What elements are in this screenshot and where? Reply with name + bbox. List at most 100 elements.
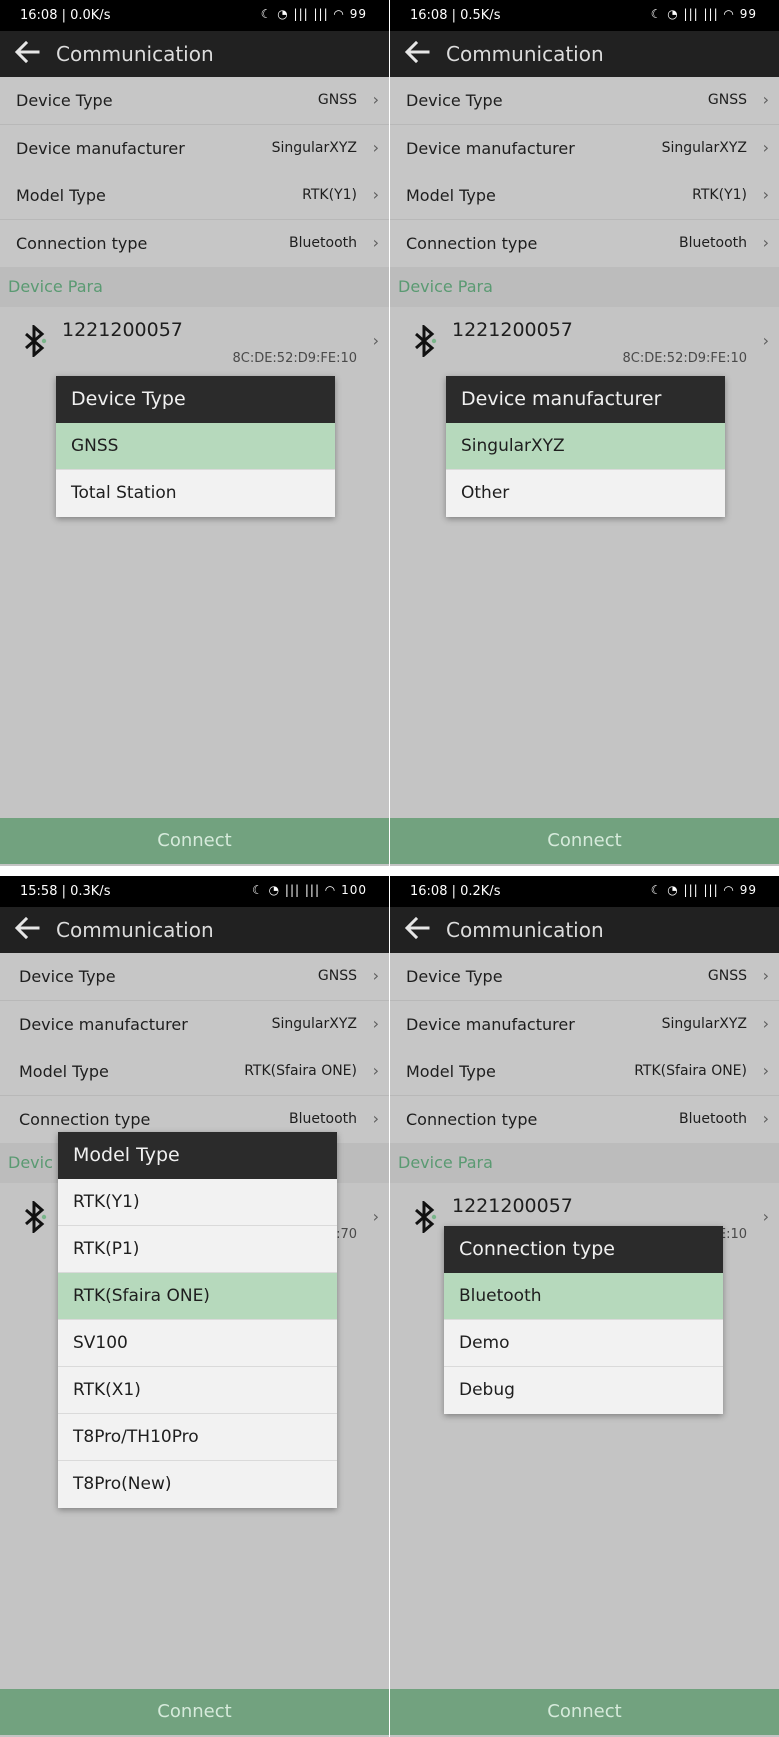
setting-value: SingularXYZ — [271, 1015, 357, 1032]
setting-row-device-type[interactable]: Device Type GNSS › — [390, 77, 779, 125]
setting-row-device-manufacturer[interactable]: Device manufacturer SingularXYZ › — [0, 124, 389, 173]
dialog-option[interactable]: Bluetooth — [444, 1273, 723, 1320]
connect-button[interactable]: Connect — [0, 818, 389, 864]
section-title: Device Para — [8, 277, 103, 296]
setting-label: Model Type — [406, 1062, 496, 1081]
setting-label: Device manufacturer — [406, 1014, 575, 1034]
chevron-right-icon: › — [372, 1207, 379, 1226]
setting-label: Device Type — [406, 967, 503, 986]
dialog-option[interactable]: RTK(X1) — [58, 1367, 337, 1414]
dialog-option[interactable]: SingularXYZ — [446, 423, 725, 470]
setting-value: Bluetooth — [289, 234, 357, 251]
dialog-option[interactable]: Total Station — [56, 470, 335, 517]
device-mac: 8C:DE:52:D9:FE:10 — [622, 351, 747, 366]
status-icons: ☾ ◔ ||| ||| ◠ 99 — [650, 7, 757, 21]
chevron-right-icon: › — [762, 1207, 769, 1226]
connect-button[interactable]: Connect — [390, 1689, 779, 1735]
setting-value: RTK(Y1) — [692, 187, 747, 203]
setting-value: SingularXYZ — [661, 1015, 747, 1032]
dialog-option[interactable]: RTK(Y1) — [58, 1179, 337, 1226]
dialog-option[interactable]: Demo — [444, 1320, 723, 1367]
dialog-option[interactable]: T8Pro(New) — [58, 1461, 337, 1508]
device-serial: 1221200057 — [452, 319, 573, 341]
screen-panel-3: 15:58 | 0.3K/s ☾ ◔ ||| ||| ◠ 100 Communi… — [0, 876, 389, 1737]
selection-dialog: Model Type RTK(Y1) RTK(P1) RTK(Sfaira ONE)… — [58, 1132, 337, 1508]
back-arrow-icon[interactable] — [402, 913, 432, 943]
dialog-title: Model Type — [58, 1132, 337, 1179]
setting-label: Device manufacturer — [406, 138, 575, 158]
bluetooth-icon — [415, 1201, 437, 1233]
setting-value: RTK(Sfaira ONE) — [244, 1063, 357, 1079]
setting-value: GNSS — [317, 968, 357, 984]
chevron-right-icon: › — [762, 90, 769, 109]
section-title: Devic — [8, 1153, 53, 1172]
chevron-right-icon: › — [372, 331, 379, 350]
chevron-right-icon: › — [762, 966, 769, 985]
chevron-right-icon: › — [762, 1061, 769, 1080]
setting-label: Device Type — [16, 91, 113, 110]
screen-panel-4: 16:08 | 0.2K/s ☾ ◔ ||| ||| ◠ 99 Communic… — [390, 876, 779, 1737]
setting-row-connection-type[interactable]: Connection type Bluetooth › — [390, 1095, 779, 1144]
screen-panel-1: 16:08 | 0.0K/s ☾ ◔ ||| ||| ◠ 99 Communic… — [0, 0, 389, 866]
status-icons: ☾ ◔ ||| ||| ◠ 99 — [260, 7, 367, 21]
dialog-option[interactable]: RTK(P1) — [58, 1226, 337, 1273]
status-icons: ☾ ◔ ||| ||| ◠ 100 — [252, 883, 367, 897]
back-arrow-icon[interactable] — [12, 913, 42, 943]
dialog-option[interactable]: GNSS — [56, 423, 335, 470]
back-arrow-icon[interactable] — [12, 37, 42, 67]
device-list-item[interactable]: 1221200057 8C:DE:52:D9:FE:10 › — [0, 307, 389, 373]
setting-value: Bluetooth — [679, 1110, 747, 1127]
setting-label: Device manufacturer — [19, 1014, 188, 1034]
setting-row-connection-type[interactable]: Connection type Bluetooth › — [0, 219, 389, 268]
selection-dialog: Device Type GNSS Total Station — [56, 376, 335, 517]
dialog-option[interactable]: T8Pro/TH10Pro — [58, 1414, 337, 1461]
setting-label: Device Type — [406, 91, 503, 110]
setting-value: RTK(Y1) — [302, 187, 357, 203]
bluetooth-icon — [25, 1201, 47, 1233]
page-title: Communication — [446, 42, 604, 66]
chevron-right-icon: › — [372, 90, 379, 109]
device-mac: 8C:DE:52:D9:FE:10 — [232, 351, 357, 366]
setting-label: Connection type — [16, 233, 148, 253]
page-title: Communication — [56, 42, 214, 66]
dialog-option[interactable]: Debug — [444, 1367, 723, 1414]
chevron-right-icon: › — [372, 137, 379, 157]
setting-row-model-type[interactable]: Model Type RTK(Sfaira ONE) › — [390, 1048, 779, 1096]
setting-row-connection-type[interactable]: Connection type Bluetooth › — [390, 219, 779, 268]
connect-button[interactable]: Connect — [0, 1689, 389, 1735]
setting-row-device-type[interactable]: Device Type GNSS › — [0, 953, 389, 1001]
screen-panel-2: 16:08 | 0.5K/s ☾ ◔ ||| ||| ◠ 99 Communic… — [390, 0, 779, 866]
chevron-right-icon: › — [372, 232, 379, 252]
status-icons: ☾ ◔ ||| ||| ◠ 99 — [650, 883, 757, 897]
page-title: Communication — [56, 918, 214, 942]
setting-row-device-type[interactable]: Device Type GNSS › — [0, 77, 389, 125]
setting-label: Connection type — [406, 1109, 538, 1129]
setting-row-model-type[interactable]: Model Type RTK(Y1) › — [0, 172, 389, 220]
device-list-item[interactable]: 1221200057 8C:DE:52:D9:FE:10 › — [390, 307, 779, 373]
status-bar: 16:08 | 0.0K/s ☾ ◔ ||| ||| ◠ 99 — [0, 0, 389, 31]
app-bar: Communication — [390, 31, 779, 77]
device-serial: 1221200057 — [62, 319, 183, 341]
status-time: 16:08 | 0.5K/s — [410, 8, 501, 23]
dialog-option[interactable]: RTK(Sfaira ONE) — [58, 1273, 337, 1320]
chevron-right-icon: › — [372, 966, 379, 985]
chevron-right-icon: › — [372, 185, 379, 204]
connect-button[interactable]: Connect — [390, 818, 779, 864]
setting-row-device-manufacturer[interactable]: Device manufacturer SingularXYZ › — [0, 1000, 389, 1049]
back-arrow-icon[interactable] — [402, 37, 432, 67]
setting-row-device-manufacturer[interactable]: Device manufacturer SingularXYZ › — [390, 124, 779, 173]
setting-row-device-type[interactable]: Device Type GNSS › — [390, 953, 779, 1001]
setting-row-model-type[interactable]: Model Type RTK(Y1) › — [390, 172, 779, 220]
dialog-option[interactable]: SV100 — [58, 1320, 337, 1367]
chevron-right-icon: › — [762, 331, 769, 350]
status-bar: 16:08 | 0.5K/s ☾ ◔ ||| ||| ◠ 99 — [390, 0, 779, 31]
dialog-option[interactable]: Other — [446, 470, 725, 517]
selection-dialog: Connection type Bluetooth Demo Debug — [444, 1226, 723, 1414]
setting-row-model-type[interactable]: Model Type RTK(Sfaira ONE) › — [0, 1048, 389, 1096]
setting-value: GNSS — [707, 968, 747, 984]
bluetooth-icon — [415, 325, 437, 357]
status-time: 15:58 | 0.3K/s — [20, 884, 111, 899]
status-bar: 16:08 | 0.2K/s ☾ ◔ ||| ||| ◠ 99 — [390, 876, 779, 907]
section-header: Device Para — [390, 267, 779, 307]
setting-row-device-manufacturer[interactable]: Device manufacturer SingularXYZ › — [390, 1000, 779, 1049]
